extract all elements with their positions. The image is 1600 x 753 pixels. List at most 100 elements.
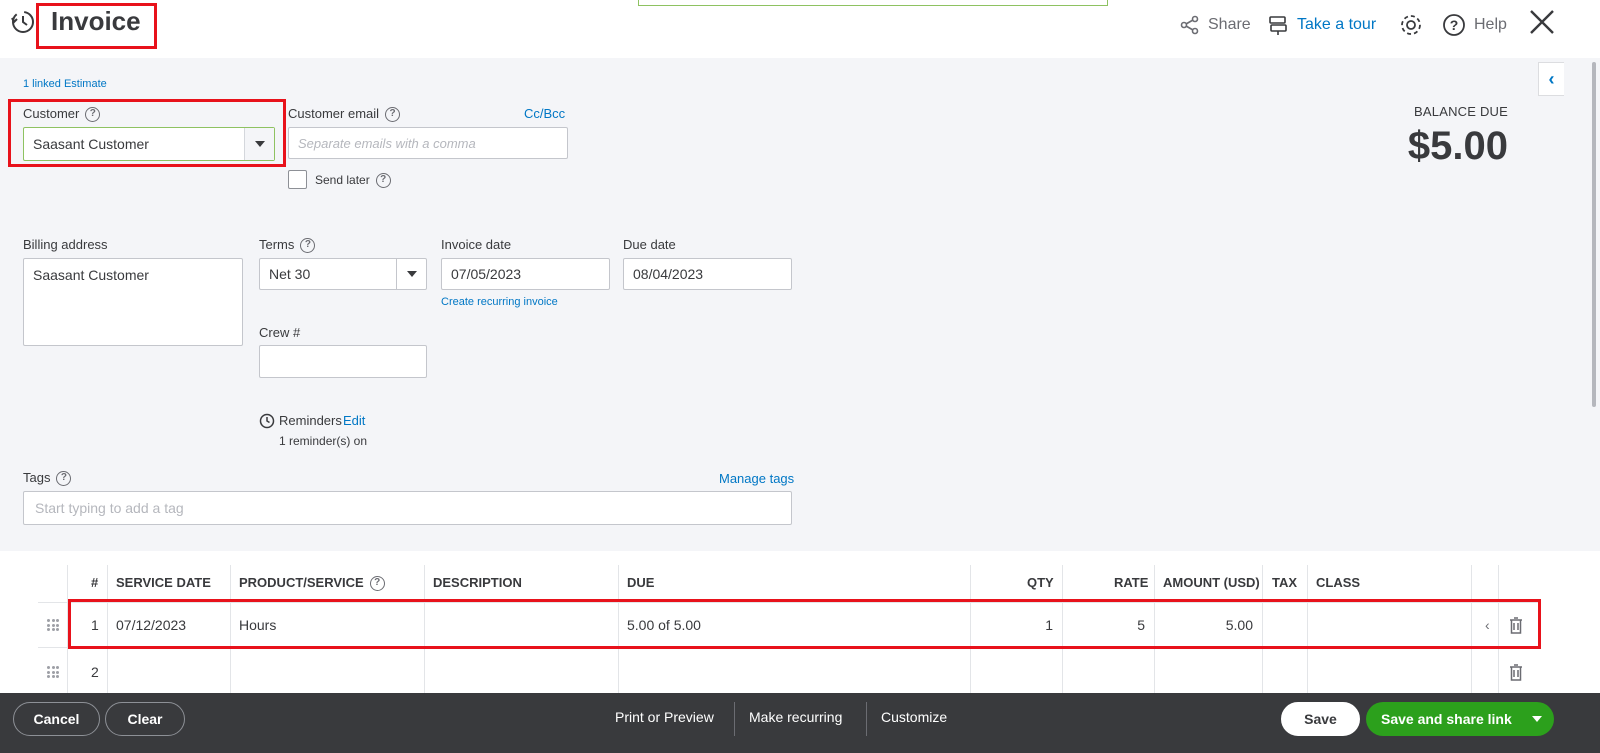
col-divider bbox=[1062, 565, 1063, 693]
customer-dropdown-button[interactable] bbox=[244, 128, 274, 160]
chevron-left-icon: ‹ bbox=[1548, 68, 1555, 89]
col-divider bbox=[1262, 565, 1263, 693]
col-header-rate: RATE bbox=[1114, 575, 1149, 590]
customer-label: Customer? bbox=[23, 106, 101, 123]
take-a-tour-label: Take a tour bbox=[1297, 16, 1377, 33]
crew-input[interactable] bbox=[259, 345, 427, 378]
col-divider bbox=[1498, 565, 1499, 693]
col-header-qty: QTY bbox=[1027, 575, 1054, 590]
due-date-input[interactable]: 08/04/2023 bbox=[623, 258, 792, 290]
send-later-checkbox[interactable] bbox=[288, 170, 307, 189]
footer-separator bbox=[734, 702, 735, 736]
col-header-amount: AMOUNT (USD) bbox=[1163, 575, 1260, 590]
row-2-num: 2 bbox=[91, 664, 99, 680]
share-label: Share bbox=[1208, 16, 1251, 33]
manage-tags-link[interactable]: Manage tags bbox=[719, 471, 794, 486]
linked-estimate-link[interactable]: 1 linked Estimate bbox=[23, 78, 107, 90]
customer-email-label: Customer email? bbox=[288, 106, 401, 123]
terms-dropdown-button[interactable] bbox=[396, 259, 426, 289]
tags-label-text: Tags bbox=[23, 470, 51, 485]
header-divider bbox=[38, 602, 1538, 603]
col-header-description: DESCRIPTION bbox=[433, 575, 522, 590]
invoice-date-value: 07/05/2023 bbox=[451, 266, 522, 282]
row-1-amount[interactable]: 5.00 bbox=[1226, 617, 1253, 633]
invoice-date-input[interactable]: 07/05/2023 bbox=[441, 258, 610, 290]
col-header-tax: TAX bbox=[1272, 575, 1298, 590]
terms-label-text: Terms bbox=[259, 237, 295, 252]
tags-input[interactable]: Start typing to add a tag bbox=[23, 491, 792, 525]
row-divider bbox=[38, 647, 1538, 648]
invoice-date-label: Invoice date bbox=[441, 237, 512, 252]
notification-banner bbox=[638, 0, 1108, 6]
crew-label: Crew # bbox=[259, 325, 301, 340]
help-label: Help bbox=[1474, 16, 1507, 33]
row-1-service-date[interactable]: 07/12/2023 bbox=[116, 617, 186, 633]
cc-bcc-link[interactable]: Cc/Bcc bbox=[524, 106, 565, 121]
share-icon bbox=[1180, 15, 1199, 35]
billing-address-textarea[interactable]: Saasant Customer bbox=[23, 258, 243, 346]
help-button[interactable]: ? Help bbox=[1442, 12, 1507, 38]
customer-select[interactable]: Saasant Customer bbox=[23, 127, 275, 161]
row-1-rate[interactable]: 5 bbox=[1137, 617, 1145, 633]
help-icon[interactable]: ? bbox=[56, 471, 72, 487]
trash-icon bbox=[1510, 617, 1522, 634]
reminders-label: Reminders bbox=[279, 413, 342, 428]
svg-text:?: ? bbox=[1450, 17, 1459, 33]
take-a-tour-link[interactable]: Take a tour bbox=[1267, 12, 1376, 38]
make-recurring-button[interactable]: Make recurring bbox=[749, 709, 842, 725]
drag-handle-icon[interactable] bbox=[47, 619, 59, 631]
create-recurring-invoice-link[interactable]: Create recurring invoice bbox=[441, 296, 558, 308]
save-and-share-label[interactable]: Save and share link bbox=[1366, 711, 1512, 727]
cancel-button[interactable]: Cancel bbox=[13, 702, 100, 736]
footer-separator bbox=[866, 702, 867, 736]
col-divider bbox=[1154, 565, 1155, 693]
chevron-down-icon bbox=[254, 141, 265, 147]
tags-placeholder: Start typing to add a tag bbox=[35, 500, 184, 516]
save-button[interactable]: Save bbox=[1281, 702, 1360, 736]
customize-button[interactable]: Customize bbox=[881, 709, 947, 725]
billing-address-value: Saasant Customer bbox=[33, 267, 149, 283]
close-icon bbox=[1530, 10, 1554, 34]
collapse-panel-button[interactable]: ‹ bbox=[1538, 62, 1564, 96]
due-date-value: 08/04/2023 bbox=[633, 266, 704, 282]
balance-due-amount: $5.00 bbox=[1407, 124, 1508, 168]
scrollbar[interactable] bbox=[1592, 62, 1596, 407]
col-header-class: CLASS bbox=[1316, 575, 1361, 590]
chevron-down-icon[interactable] bbox=[1532, 716, 1542, 722]
settings-button[interactable] bbox=[1398, 12, 1432, 38]
signpost-icon bbox=[1269, 16, 1287, 35]
drag-handle-icon[interactable] bbox=[47, 666, 59, 678]
page-title: Invoice bbox=[51, 6, 141, 36]
reminders-edit-link[interactable]: Edit bbox=[343, 413, 365, 428]
col-divider bbox=[1307, 565, 1308, 693]
send-later-text: Send later bbox=[315, 173, 370, 187]
help-icon[interactable]: ? bbox=[385, 107, 401, 123]
recent-history-icon[interactable] bbox=[10, 9, 36, 35]
customer-email-input[interactable]: Separate emails with a comma bbox=[288, 127, 568, 159]
col-header-num: # bbox=[91, 575, 99, 590]
terms-value: Net 30 bbox=[269, 266, 311, 282]
share-button[interactable]: Share bbox=[1180, 12, 1251, 38]
customer-email-label-text: Customer email bbox=[288, 106, 380, 121]
help-icon[interactable]: ? bbox=[300, 238, 316, 254]
delete-row-1-button[interactable] bbox=[1509, 617, 1523, 639]
delete-row-2-button[interactable] bbox=[1509, 664, 1523, 686]
col-divider bbox=[67, 565, 68, 693]
expand-row-icon[interactable]: ‹ bbox=[1485, 617, 1490, 633]
row-1-due: 5.00 of 5.00 bbox=[627, 617, 701, 633]
help-icon[interactable]: ? bbox=[85, 107, 101, 123]
print-preview-button[interactable]: Print or Preview bbox=[615, 709, 714, 725]
row-1-qty[interactable]: 1 bbox=[1045, 617, 1053, 633]
save-and-share-split-button[interactable]: Save and share link bbox=[1366, 702, 1554, 736]
terms-select[interactable]: Net 30 bbox=[259, 258, 427, 290]
row-1-product[interactable]: Hours bbox=[239, 617, 276, 633]
col-divider bbox=[618, 565, 619, 693]
close-button[interactable] bbox=[1529, 9, 1555, 35]
col-divider bbox=[230, 565, 231, 693]
tags-label: Tags? bbox=[23, 470, 72, 487]
terms-label: Terms? bbox=[259, 237, 316, 254]
email-placeholder: Separate emails with a comma bbox=[298, 135, 476, 151]
help-icon[interactable]: ? bbox=[375, 173, 391, 189]
help-icon[interactable]: ? bbox=[369, 576, 385, 592]
clear-button[interactable]: Clear bbox=[105, 702, 185, 736]
